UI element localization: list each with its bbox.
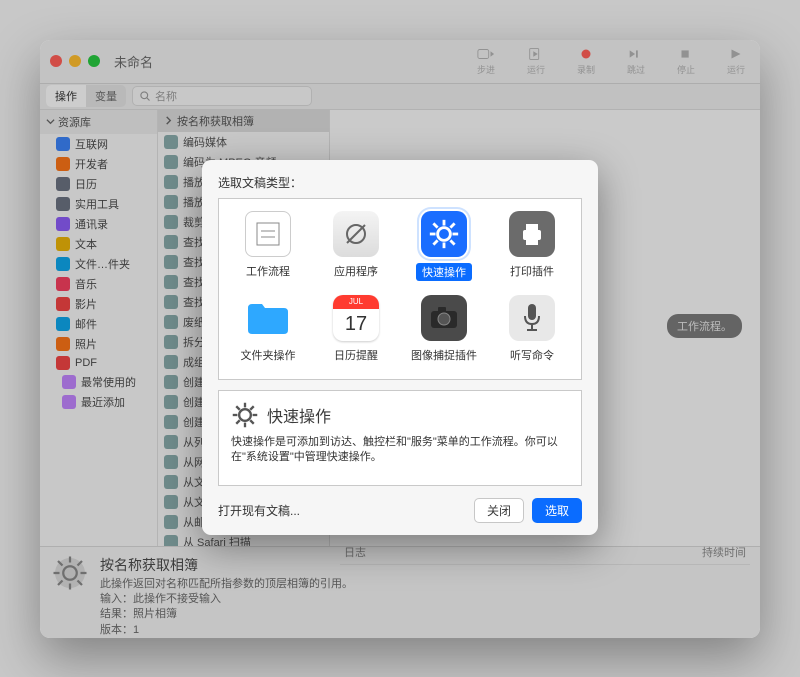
doctype-dictation[interactable]: 听写命令	[491, 295, 573, 363]
gear-icon	[231, 401, 259, 429]
open-existing-button[interactable]: 打开现有文稿...	[218, 499, 312, 522]
document-type-dialog: 选取文稿类型： 工作流程应用程序快速操作打印插件文件夹操作JUL17日历提醒图像…	[202, 160, 598, 535]
document-type-description: 快速操作 快速操作是可添加到访达、触控栏和"服务"菜单的工作流程。你可以在"系统…	[218, 390, 582, 486]
folder-icon	[245, 295, 291, 341]
doctype-label: 听写命令	[510, 347, 554, 363]
doctype-label: 文件夹操作	[241, 347, 296, 363]
dialog-title: 选取文稿类型：	[218, 174, 582, 191]
document-type-grid: 工作流程 应用程序 快速操作 打印插件文件夹操作 JUL17 日历提醒 图像捕捉插件 听写命令	[218, 198, 582, 380]
choose-button[interactable]: 选取	[532, 498, 582, 523]
doctype-quick[interactable]: 快速操作	[403, 211, 485, 281]
close-button[interactable]: 关闭	[474, 498, 524, 523]
description-title: 快速操作	[267, 403, 331, 427]
dialog-buttons: 打开现有文稿... 关闭 选取	[218, 498, 582, 523]
doctype-label: 日历提醒	[334, 347, 378, 363]
doctype-folder[interactable]: 文件夹操作	[227, 295, 309, 363]
print-icon	[509, 211, 555, 257]
doctype-label: 应用程序	[334, 263, 378, 279]
capture-icon	[421, 295, 467, 341]
doctype-label: 工作流程	[246, 263, 290, 279]
calendar-icon: JUL17	[333, 295, 379, 341]
workflow-icon	[245, 211, 291, 257]
automator-window: 未命名 步进运行录制跳过停止运行 操作 变量 名称 资源库 互联网开发者日历实用…	[40, 40, 760, 638]
doctype-label: 打印插件	[510, 263, 554, 279]
doctype-print[interactable]: 打印插件	[491, 211, 573, 281]
description-body: 快速操作是可添加到访达、触控栏和"服务"菜单的工作流程。你可以在"系统设置"中管…	[231, 435, 569, 467]
doctype-label: 图像捕捉插件	[411, 347, 477, 363]
doctype-capture[interactable]: 图像捕捉插件	[403, 295, 485, 363]
doctype-workflow[interactable]: 工作流程	[227, 211, 309, 281]
doctype-label: 快速操作	[416, 263, 472, 281]
quick-icon	[421, 211, 467, 257]
dictation-icon	[509, 295, 555, 341]
doctype-calendar[interactable]: JUL17 日历提醒	[315, 295, 397, 363]
modal-overlay: 选取文稿类型： 工作流程应用程序快速操作打印插件文件夹操作JUL17日历提醒图像…	[40, 40, 760, 638]
doctype-app[interactable]: 应用程序	[315, 211, 397, 281]
app-icon	[333, 211, 379, 257]
